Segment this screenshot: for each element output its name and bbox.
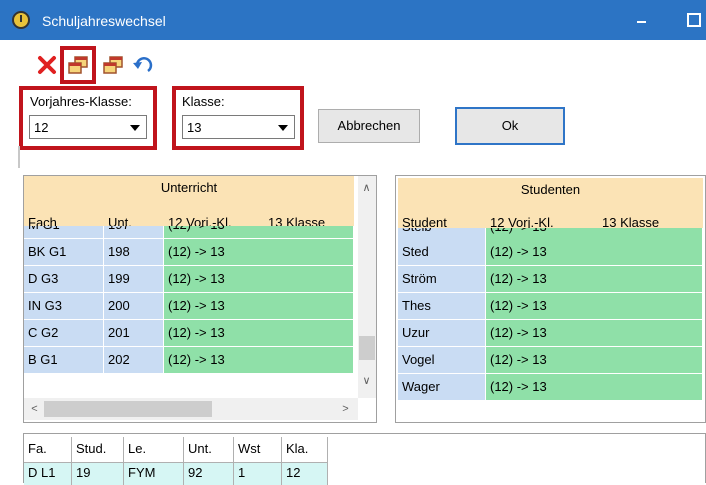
student-mapping: (12) -> 13 [486,320,703,347]
column-header-wst[interactable]: Wst [234,437,282,463]
lesson-number: 197 [104,226,164,239]
lesson-mapping: (12) -> 13 [164,320,354,347]
lesson-mapping: (12) -> 13 [164,293,354,320]
detail-subject[interactable]: D L1 [24,463,72,485]
lesson-number: 201 [104,320,164,347]
lesson-mapping: (12) -> 13 [164,239,354,266]
lesson-subject: IN G3 [24,293,104,320]
class-value: 13 [187,120,202,135]
table-row[interactable]: Thes (12) -> 13 [398,293,703,320]
student-name: Sted [398,239,486,266]
delete-icon[interactable] [36,54,58,76]
copy-windows-icon[interactable] [67,54,89,76]
student-mapping: (12) -> 13 [486,374,703,401]
vertical-scrollbar[interactable]: ∧ ∨ [358,176,376,398]
lesson-number: 199 [104,266,164,293]
students-grid-title: Studenten [398,178,703,204]
column-header-stud[interactable]: Stud. [72,437,124,463]
detail-students[interactable]: 19 [72,463,124,485]
table-row[interactable]: Ström (12) -> 13 [398,266,703,293]
student-name: Thes [398,293,486,320]
lesson-subject: C G2 [24,320,104,347]
undo-icon[interactable] [132,54,154,76]
student-name: Wager [398,374,486,401]
scrollbar-thumb[interactable] [359,336,375,360]
column-header-fa[interactable]: Fa. [24,437,72,463]
table-row[interactable]: Vogel (12) -> 13 [398,347,703,374]
class-select[interactable]: 13 [182,115,295,139]
lesson-number: 202 [104,347,164,374]
lesson-subject: BK G1 [24,239,104,266]
detail-weekly-hours[interactable]: 1 [234,463,282,485]
student-name: Uzur [398,320,486,347]
column-header-le[interactable]: Le. [124,437,184,463]
detail-lesson-number[interactable]: 92 [184,463,234,485]
chevron-down-icon[interactable] [124,116,146,138]
title-bar[interactable]: Schuljahreswechsel [0,0,706,40]
table-row[interactable]: IN G3 200 (12) -> 13 [24,293,354,320]
lesson-mapping: (12) -> 13 [164,226,354,239]
schuljahreswechsel-window: Schuljahreswechsel Vorjahres-Klasse: 12 … [0,0,706,485]
maximize-button[interactable] [682,8,706,32]
student-mapping: (12) -> 13 [486,239,703,266]
student-mapping: (12) -> 13 [486,266,703,293]
window-title: Schuljahreswechsel [42,13,166,29]
detail-class[interactable]: 12 [282,463,328,485]
prev-class-select[interactable]: 12 [29,115,147,139]
chevron-down-icon[interactable] [272,116,294,138]
class-label: Klasse: [182,94,225,109]
column-header-unt[interactable]: Unt. [184,437,234,463]
scrollbar-thumb[interactable] [44,401,212,417]
scroll-up-icon[interactable]: ∧ [358,180,375,197]
table-row[interactable]: D G3 199 (12) -> 13 [24,266,354,293]
header-spacer [24,202,354,212]
lesson-mapping: (12) -> 13 [164,266,354,293]
table-row[interactable]: B G1 202 (12) -> 13 [24,347,354,374]
column-header-kla[interactable]: Kla. [282,437,328,463]
lesson-subject: D G3 [24,266,104,293]
lesson-subject: M G1 [24,226,104,239]
table-row[interactable]: BK G1 198 (12) -> 13 [24,239,354,266]
detail-teacher[interactable]: FYM [124,463,184,485]
students-grid[interactable]: Studenten Student 12 Vorj.-Kl. 13 Klasse… [395,175,706,423]
scroll-right-icon[interactable]: > [337,401,354,418]
prev-class-label: Vorjahres-Klasse: [30,94,132,109]
lessons-grid[interactable]: Unterricht Fach Unt. 12 Vorj.-Kl. 13 Kla… [23,175,377,423]
separator [18,146,20,168]
table-row[interactable]: M G1 197 (12) -> 13 [24,226,354,239]
student-mapping: (12) -> 13 [486,347,703,374]
cancel-button[interactable]: Abbrechen [318,109,420,143]
horizontal-scrollbar[interactable]: < > [24,398,358,420]
clock-icon [12,11,30,29]
prev-class-value: 12 [34,120,49,135]
lesson-number: 198 [104,239,164,266]
table-row[interactable]: Uzur (12) -> 13 [398,320,703,347]
student-mapping: (12) -> 13 [486,293,703,320]
lesson-number: 200 [104,293,164,320]
lesson-subject: B G1 [24,347,104,374]
table-row[interactable]: C G2 201 (12) -> 13 [24,320,354,347]
ok-button[interactable]: Ok [455,107,565,145]
student-name: Ström [398,266,486,293]
scroll-down-icon[interactable]: ∨ [358,373,375,390]
student-name: Vogel [398,347,486,374]
lessons-grid-title: Unterricht [24,176,354,202]
table-row[interactable]: Sted (12) -> 13 [398,239,703,266]
lesson-mapping: (12) -> 13 [164,347,354,374]
minimize-button[interactable] [630,8,654,32]
scroll-left-icon[interactable]: < [26,401,43,418]
table-row[interactable]: Wager (12) -> 13 [398,374,703,401]
copy-windows-icon-2[interactable] [102,54,124,76]
